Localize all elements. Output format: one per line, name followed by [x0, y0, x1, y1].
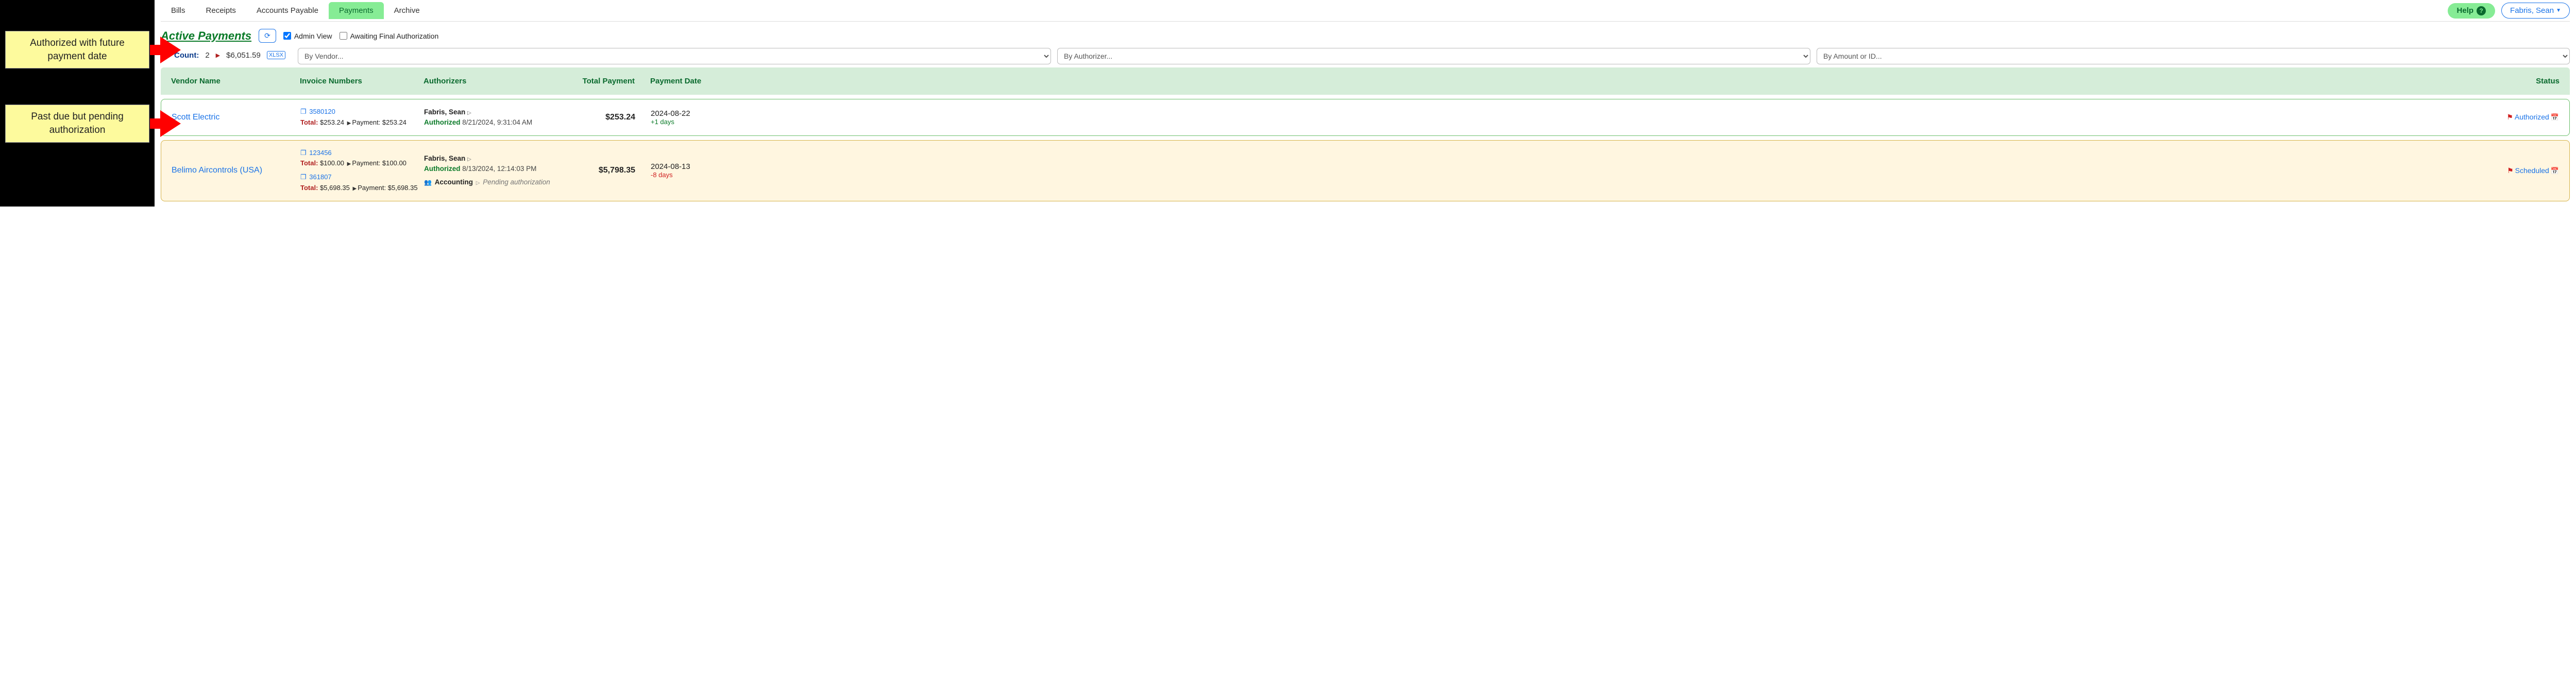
auth-status: Authorized [424, 165, 461, 173]
auth-timestamp: 8/13/2024, 12:14:03 PM [462, 165, 536, 173]
filter-amount[interactable]: By Amount or ID... [1817, 48, 2570, 64]
refresh-button[interactable]: ⟳ [259, 29, 276, 43]
col-date[interactable]: Payment Date [635, 77, 738, 85]
invoice-total-label: Total: [300, 159, 318, 167]
col-invoices[interactable]: Invoice Numbers [300, 77, 423, 85]
help-button[interactable]: Help ? [2448, 3, 2496, 19]
pending-status: Pending authorization [483, 178, 550, 186]
callout-future: Authorized with future payment date [5, 31, 149, 68]
invoice-payment: $253.24 [382, 118, 406, 126]
payment-date: 2024-08-13 [651, 162, 738, 171]
count-value: 2 [205, 51, 209, 60]
chevron-down-icon: ▼ [2556, 8, 2561, 13]
arrow-icon [160, 37, 181, 63]
caret-right-icon: ▶ [347, 121, 351, 126]
auth-status: Authorized [424, 118, 461, 126]
invoice-link[interactable]: 361807 [309, 173, 331, 181]
table-header: Vendor Name Invoice Numbers Authorizers … [161, 67, 2570, 95]
invoice-link[interactable]: 3580120 [309, 108, 335, 115]
invoice-payment: $5,698.35 [388, 184, 418, 192]
authorizer-name: Fabris, Sean [424, 108, 465, 116]
invoice-total-label: Total: [300, 118, 318, 126]
filter-authorizer[interactable]: By Authorizer... [1057, 48, 1810, 64]
invoice-total: $5,698.35 [320, 184, 350, 192]
caret-right-icon: ▷ [476, 180, 480, 186]
invoice-payment-label: Payment: [358, 184, 386, 192]
vendor-link[interactable]: Belimo Aircontrols (USA) [172, 166, 262, 175]
callout-text: Past due but pending authorization [31, 111, 124, 135]
caret-right-icon: ▶ [353, 186, 357, 192]
awaiting-auth-input[interactable] [340, 32, 347, 40]
invoice-total-label: Total: [300, 184, 318, 192]
document-icon: ❐ [300, 108, 307, 115]
export-xlsx-button[interactable]: XLSX [267, 51, 285, 59]
awaiting-auth-checkbox[interactable]: Awaiting Final Authorization [340, 32, 439, 40]
group-icon: 👥 [424, 179, 432, 186]
invoice-payment-label: Payment: [352, 159, 380, 167]
row-total: $5,798.35 [599, 166, 635, 175]
authorizer-name: Fabris, Sean [424, 155, 465, 162]
table-row[interactable]: Belimo Aircontrols (USA) ❐ 123456 Total:… [161, 140, 2570, 201]
status-text[interactable]: Scheduled [2515, 166, 2549, 175]
calendar-icon[interactable]: 📅 [2551, 167, 2559, 175]
pending-group: Accounting [435, 178, 473, 186]
tab-archive[interactable]: Archive [384, 2, 430, 19]
col-total[interactable]: Total Payment [578, 77, 635, 85]
invoice-payment: $100.00 [382, 159, 406, 167]
table-row[interactable]: Scott Electric ❐ 3580120 Total: $253.24 … [161, 99, 2570, 136]
caret-right-icon: ▶ [216, 52, 220, 59]
invoice-total: $253.24 [320, 118, 344, 126]
callout-pastdue: Past due but pending authorization [5, 105, 149, 142]
caret-right-icon: ▶ [347, 161, 351, 167]
admin-view-label: Admin View [294, 32, 332, 40]
arrow-icon [160, 110, 181, 137]
invoice-link[interactable]: 123456 [309, 149, 331, 157]
tab-bar: Bills Receipts Accounts Payable Payments… [161, 0, 2570, 22]
document-icon: ❐ [300, 173, 307, 181]
auth-timestamp: 8/21/2024, 9:31:04 AM [462, 118, 532, 126]
help-label: Help [2457, 6, 2474, 15]
payment-date: 2024-08-22 [651, 109, 738, 118]
awaiting-auth-label: Awaiting Final Authorization [350, 32, 439, 40]
help-icon: ? [2477, 6, 2486, 15]
callout-text: Authorized with future payment date [30, 38, 125, 62]
admin-view-checkbox[interactable]: Admin View [283, 32, 332, 40]
col-status[interactable]: Status [738, 77, 2560, 85]
caret-right-icon[interactable]: ▷ [467, 157, 471, 162]
tab-accounts-payable[interactable]: Accounts Payable [246, 2, 329, 19]
row-total: $253.24 [605, 113, 635, 122]
status-flag-icon: ⚑ [2506, 113, 2513, 121]
col-vendor[interactable]: Vendor Name [171, 77, 300, 85]
document-icon: ❐ [300, 149, 307, 157]
user-menu[interactable]: Fabris, Sean ▼ [2501, 3, 2570, 19]
invoice-payment-label: Payment: [352, 118, 380, 126]
col-authorizers[interactable]: Authorizers [423, 77, 578, 85]
filter-vendor[interactable]: By Vendor... [298, 48, 1051, 64]
tab-payments[interactable]: Payments [329, 2, 384, 19]
annotation-sidebar: Authorized with future payment date Past… [0, 0, 155, 207]
calendar-icon[interactable]: 📅 [2551, 113, 2559, 121]
status-text[interactable]: Authorized [2515, 113, 2549, 121]
tab-receipts[interactable]: Receipts [196, 2, 246, 19]
status-flag-icon: ⚑ [2507, 166, 2514, 175]
invoice-total: $100.00 [320, 159, 344, 167]
caret-right-icon[interactable]: ▷ [467, 110, 471, 116]
date-delta: -8 days [651, 171, 738, 179]
admin-view-input[interactable] [283, 32, 291, 40]
total-amount: $6,051.59 [226, 51, 261, 60]
tab-bills[interactable]: Bills [161, 2, 196, 19]
user-name: Fabris, Sean [2510, 6, 2554, 15]
date-delta: +1 days [651, 118, 738, 126]
